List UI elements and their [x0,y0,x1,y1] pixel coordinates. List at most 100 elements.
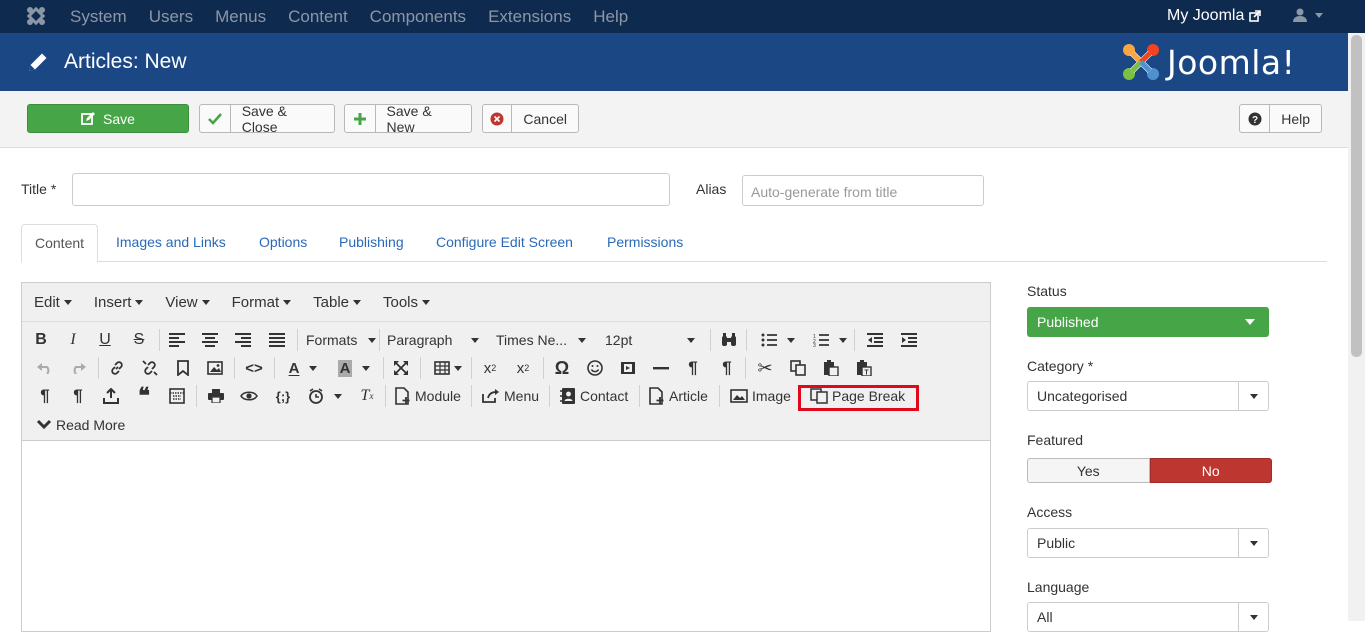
find-replace-icon[interactable] [718,328,740,352]
chevron-down-icon [1245,319,1255,325]
menu-components[interactable]: Components [370,7,466,27]
horizontal-rule-icon[interactable] [650,356,672,380]
indent-icon[interactable] [898,328,920,352]
align-left-icon[interactable] [166,328,188,352]
rtl-direction-icon[interactable]: ¶ [716,356,738,380]
tab-configure-edit-screen[interactable]: Configure Edit Screen [436,224,573,262]
tab-permissions[interactable]: Permissions [607,224,683,262]
table-icon[interactable] [428,356,468,380]
featured-no-button[interactable]: No [1149,458,1272,483]
alias-input[interactable]: Auto-generate from title [742,175,984,206]
background-color-icon[interactable]: A [333,356,375,380]
menu-help[interactable]: Help [593,7,628,27]
redo-icon[interactable] [67,356,89,380]
insert-contact-button[interactable]: Contact [560,384,628,408]
upload-icon[interactable] [100,384,122,408]
save-new-button[interactable]: Save & New [344,103,472,135]
menu-menus[interactable]: Menus [215,7,266,27]
tab-images-and-links[interactable]: Images and Links [116,224,226,262]
editor-menu-format[interactable]: Format [232,294,292,311]
preview-icon[interactable] [238,384,260,408]
insert-menu-button[interactable]: Menu [482,384,539,408]
toolbar-separator [274,357,275,379]
unlink-icon[interactable] [139,356,161,380]
cut-icon[interactable]: ✂ [754,356,776,380]
font-size-dropdown[interactable]: 12pt [605,328,695,352]
category-dropdown[interactable]: Uncategorised [1027,381,1269,411]
save-close-button[interactable]: Save & Close [199,103,335,135]
toolbar-separator [385,385,386,407]
joomla-logo-icon[interactable] [26,6,46,26]
ltr-direction-icon[interactable]: ¶ [682,356,704,380]
emoticons-icon[interactable] [584,356,606,380]
code-icon[interactable]: <> [243,356,265,380]
superscript-icon[interactable]: x2 [511,356,535,380]
clear-formatting-icon[interactable]: Tx [356,384,378,408]
special-character-icon[interactable]: Ω [550,356,574,380]
align-justify-icon[interactable] [266,328,288,352]
fullscreen-icon[interactable] [390,356,412,380]
italic-icon[interactable]: I [62,328,84,352]
menu-users[interactable]: Users [149,7,193,27]
editor-content-area[interactable] [22,442,990,632]
tab-publishing[interactable]: Publishing [339,224,404,262]
formats-dropdown[interactable]: Formats [306,328,376,352]
insert-read-more-button[interactable]: Read More [36,413,125,437]
editor-menu-view[interactable]: View [165,294,210,311]
editor-menu-edit[interactable]: Edit [34,294,72,311]
featured-label: Featured [1027,432,1084,448]
link-icon[interactable] [106,356,128,380]
show-blocks-icon[interactable]: ¶ [34,384,56,408]
tab-options[interactable]: Options [259,224,307,262]
insert-module-button[interactable]: Module [395,384,461,408]
bullet-list-icon[interactable] [758,328,798,352]
template-icon[interactable] [166,384,188,408]
bold-icon[interactable]: B [30,328,52,352]
subscript-icon[interactable]: x2 [478,356,502,380]
media-icon[interactable] [617,356,639,380]
language-dropdown[interactable]: All [1027,602,1269,632]
underline-icon[interactable]: U [94,328,116,352]
menu-content[interactable]: Content [288,7,348,27]
insert-image-button[interactable]: Image [730,384,791,408]
editor-menu-tools[interactable]: Tools [383,294,431,311]
visual-chars-icon[interactable]: ¶ [67,384,89,408]
chevron-down-icon [1238,603,1268,631]
insert-datetime-icon[interactable] [304,384,346,408]
insert-image-icon[interactable] [204,356,226,380]
align-center-icon[interactable] [199,328,221,352]
paste-icon[interactable] [820,356,842,380]
tab-content[interactable]: Content [21,224,99,263]
editor-menu-table[interactable]: Table [313,294,361,311]
bookmark-icon[interactable] [172,356,194,380]
strikethrough-icon[interactable]: S [128,328,150,352]
text-color-icon[interactable]: A [282,356,324,380]
font-family-dropdown[interactable]: Times Ne... [496,328,586,352]
scrollbar-thumb[interactable] [1351,35,1362,357]
variables-icon[interactable]: {;} [271,384,295,408]
status-dropdown[interactable]: Published [1027,307,1269,337]
paste-as-text-icon[interactable]: T [853,356,875,380]
block-format-dropdown[interactable]: Paragraph [387,328,479,352]
menu-system[interactable]: System [70,7,127,27]
blockquote-icon[interactable]: ❝ [133,383,155,408]
title-input[interactable] [72,173,670,206]
editor-menu-edit-label: Edit [34,293,60,311]
insert-article-button[interactable]: Article [649,384,708,408]
user-menu[interactable] [1293,8,1323,22]
numbered-list-icon[interactable]: 123 [810,328,850,352]
cancel-button[interactable]: Cancel [482,104,579,133]
undo-icon[interactable] [34,356,56,380]
page-scrollbar[interactable] [1348,33,1365,621]
copy-icon[interactable] [787,356,809,380]
access-dropdown[interactable]: Public [1027,528,1269,558]
align-right-icon[interactable] [232,328,254,352]
print-icon[interactable] [205,384,227,408]
featured-yes-button[interactable]: Yes [1027,458,1150,483]
outdent-icon[interactable] [864,328,886,352]
editor-menu-insert[interactable]: Insert [94,294,144,311]
save-button[interactable]: Save [27,104,189,133]
help-button[interactable]: ? Help [1239,104,1322,133]
menu-extensions[interactable]: Extensions [488,7,571,27]
site-link[interactable]: My Joomla [1167,7,1262,25]
